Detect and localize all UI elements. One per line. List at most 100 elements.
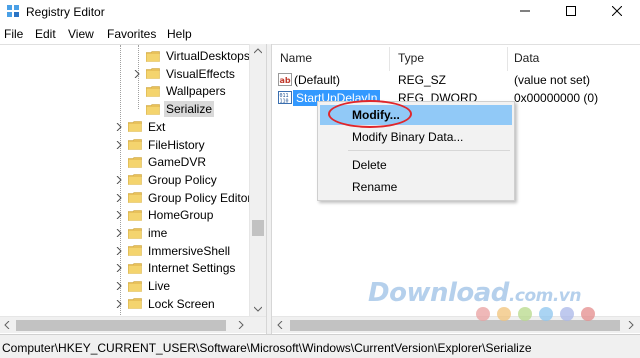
tree-item[interactable]: Group Policy Editor — [114, 189, 253, 207]
tree-item[interactable]: Group Policy — [114, 171, 219, 189]
value-row-default[interactable]: ab (Default) REG_SZ (value not set) — [272, 71, 640, 89]
binary-value-icon: 011 110 — [278, 91, 292, 104]
maximize-icon — [566, 6, 576, 16]
tree-item[interactable]: ImmersiveShell — [114, 242, 232, 260]
chevron-right-icon[interactable] — [114, 277, 124, 295]
tree-vertical-scroll-thumb[interactable] — [252, 220, 264, 236]
watermark-text: Download — [368, 278, 509, 308]
value-data: (value not set) — [514, 73, 591, 87]
watermark-dots — [476, 307, 606, 321]
menu-view[interactable]: View — [68, 27, 94, 41]
column-data-header[interactable]: Data — [514, 51, 539, 65]
tree-item-label: VisualEffects — [166, 66, 235, 81]
menu-favorites[interactable]: Favorites — [107, 27, 156, 41]
tree-connector — [132, 82, 142, 100]
tree-horizontal-scroll-thumb[interactable] — [16, 320, 226, 331]
tree-item[interactable]: Live — [114, 277, 172, 295]
tree-item-label: Serialize — [164, 101, 215, 118]
scroll-up-icon[interactable] — [254, 48, 262, 54]
watermark-dot — [581, 307, 595, 321]
registry-key-tree[interactable]: VirtualDesktops VisualEffects Wallpapers Se… — [0, 44, 266, 334]
menu-separator — [348, 150, 510, 151]
folder-icon — [128, 298, 142, 310]
value-type: REG_SZ — [398, 73, 447, 87]
tree-item[interactable]: Internet Settings — [114, 259, 237, 277]
tree-item[interactable]: VirtualDesktops — [132, 47, 252, 65]
tree-item[interactable]: FileHistory — [114, 136, 207, 154]
chevron-right-icon[interactable] — [114, 224, 124, 242]
chevron-right-icon[interactable] — [114, 242, 124, 260]
watermark-dot — [497, 307, 511, 321]
minimize-icon — [520, 10, 530, 12]
tree-item[interactable]: Lock Screen — [114, 295, 217, 313]
context-menu-label: Delete — [352, 158, 387, 172]
column-divider[interactable] — [507, 47, 508, 71]
chevron-right-icon[interactable] — [114, 206, 124, 224]
context-menu-modify-binary[interactable]: Modify Binary Data... — [320, 127, 512, 147]
tree-item[interactable]: Serialize — [132, 100, 215, 118]
tree-horizontal-scrollbar[interactable] — [0, 316, 266, 333]
folder-icon — [146, 86, 160, 97]
values-horizontal-scroll-thumb[interactable] — [290, 320, 620, 331]
tree-item-label: Ext — [148, 119, 166, 134]
context-menu-modify[interactable]: Modify... — [320, 105, 512, 125]
tree-item[interactable]: VisualEffects — [132, 65, 237, 83]
tree-item-label: Group Policy — [148, 172, 217, 187]
context-menu-label: Rename — [352, 180, 398, 194]
tree-item[interactable]: ime — [114, 224, 169, 242]
chevron-right-icon[interactable] — [132, 65, 142, 83]
tree-connector — [132, 100, 142, 118]
chevron-right-icon[interactable] — [114, 118, 124, 136]
column-name-header[interactable]: Name — [280, 51, 312, 65]
folder-icon — [146, 103, 160, 115]
folder-icon — [128, 192, 142, 203]
tree-connector — [114, 153, 124, 171]
tree-item-label: Wallpapers — [166, 84, 226, 99]
value-data: 0x00000000 (0) — [514, 91, 599, 105]
folder-icon — [128, 121, 142, 133]
scroll-left-icon[interactable] — [277, 321, 283, 329]
tree-item[interactable]: GameDVR — [114, 153, 208, 171]
menu-file[interactable]: File — [4, 27, 23, 41]
scroll-right-icon[interactable] — [238, 321, 244, 329]
tree-connector — [132, 47, 142, 65]
chevron-right-icon[interactable] — [114, 189, 124, 207]
tree-item-label: Live — [148, 279, 171, 294]
watermark-domain: .com.vn — [508, 286, 582, 306]
menu-edit[interactable]: Edit — [35, 27, 56, 41]
scroll-down-icon[interactable] — [254, 306, 262, 312]
minimize-button[interactable] — [502, 0, 548, 22]
scroll-right-icon[interactable] — [628, 321, 634, 329]
tree-item[interactable]: Wallpapers — [132, 82, 228, 100]
context-menu-rename[interactable]: Rename — [320, 177, 512, 197]
folder-icon — [146, 50, 160, 62]
tree-item-label: ime — [148, 226, 168, 240]
column-divider[interactable] — [389, 47, 390, 71]
status-bar: Computer\HKEY_CURRENT_USER\Software\Micr… — [0, 334, 640, 358]
maximize-button[interactable] — [548, 0, 594, 22]
context-menu-label: Modify... — [352, 108, 400, 122]
tree-vertical-scrollbar[interactable] — [249, 44, 266, 316]
title-bar: Registry Editor — [0, 0, 640, 24]
menu-help[interactable]: Help — [167, 27, 192, 41]
svg-text:ab: ab — [280, 76, 291, 85]
watermark: Download.com.vn — [368, 278, 581, 308]
column-type-header[interactable]: Type — [398, 51, 424, 65]
svg-text:110: 110 — [280, 99, 289, 105]
folder-icon — [146, 68, 160, 79]
chevron-right-icon[interactable] — [114, 136, 124, 154]
string-value-icon: ab — [278, 73, 292, 86]
chevron-right-icon[interactable] — [114, 295, 124, 313]
close-icon — [612, 6, 622, 16]
folder-icon — [128, 245, 142, 256]
tree-item[interactable]: Ext — [114, 118, 167, 136]
chevron-right-icon[interactable] — [114, 171, 124, 189]
tree-item-label: Group Policy Editor — [148, 190, 252, 205]
tree-item-label: VirtualDesktops — [166, 49, 250, 63]
tree-item[interactable]: HomeGroup — [114, 206, 215, 224]
scroll-left-icon[interactable] — [4, 321, 10, 329]
context-menu-delete[interactable]: Delete — [320, 155, 512, 175]
chevron-right-icon[interactable] — [114, 259, 124, 277]
context-menu-label: Modify Binary Data... — [352, 130, 464, 144]
close-button[interactable] — [594, 0, 640, 22]
